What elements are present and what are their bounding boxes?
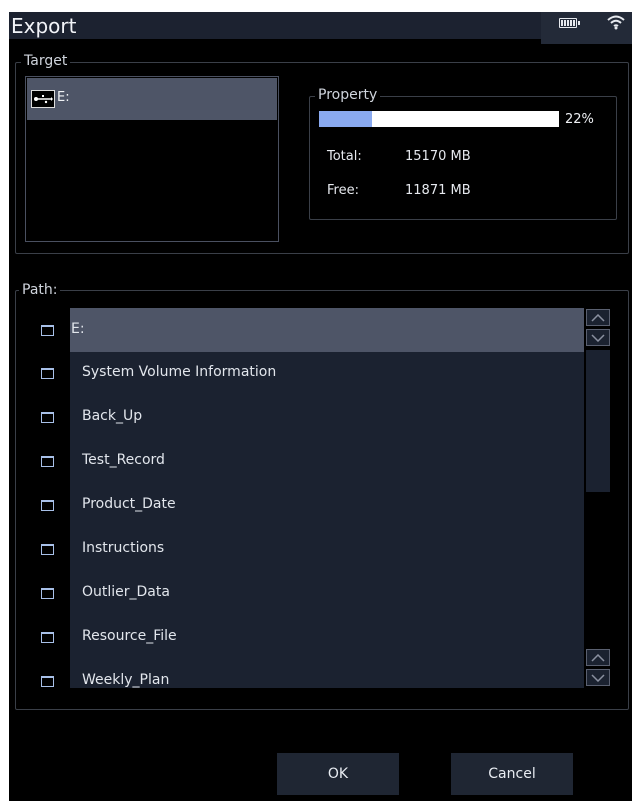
folder-icon <box>41 325 54 336</box>
scroll-page-down-button[interactable] <box>586 669 610 686</box>
folder-row[interactable]: Resource_File <box>82 628 177 644</box>
total-label: Total: <box>327 149 362 164</box>
wifi-icon <box>607 15 625 30</box>
battery-icon <box>559 18 580 28</box>
folder-icon <box>41 500 54 511</box>
folder-row-root[interactable] <box>70 308 584 352</box>
export-dialog: Export Target E: Property 22% Total: 151… <box>9 12 632 801</box>
ok-button[interactable]: OK <box>277 753 399 795</box>
chevron-up-icon <box>591 653 605 662</box>
folder-row[interactable]: Instructions <box>82 540 164 556</box>
folder-icon <box>41 544 54 555</box>
target-legend: Target <box>21 53 71 69</box>
scroll-thumb[interactable] <box>586 350 610 492</box>
target-item-label: E: <box>57 90 70 105</box>
usage-progress-fill <box>319 111 372 127</box>
usage-progress-bar <box>319 111 559 127</box>
property-legend: Property <box>315 87 381 103</box>
chevron-down-icon <box>591 333 605 342</box>
scroll-page-up-button[interactable] <box>586 649 610 666</box>
folder-icon <box>41 412 54 423</box>
scroll-up-button[interactable] <box>586 309 610 326</box>
folder-list-scrollbar[interactable] <box>585 308 611 688</box>
cancel-button[interactable]: Cancel <box>451 753 573 795</box>
free-label: Free: <box>327 183 359 198</box>
status-area <box>541 12 632 44</box>
folder-row[interactable]: Weekly_Plan <box>82 672 169 688</box>
folder-row[interactable]: Test_Record <box>82 452 165 468</box>
folder-root-label[interactable]: E: <box>71 321 85 337</box>
folder-row[interactable]: Product_Date <box>82 496 176 512</box>
dialog-title: Export <box>11 14 77 38</box>
target-item-e[interactable]: E: <box>27 78 277 120</box>
folder-row[interactable]: System Volume Information <box>82 364 276 380</box>
title-bar: Export <box>9 12 632 39</box>
target-list[interactable]: E: <box>25 76 279 242</box>
folder-icon <box>41 632 54 643</box>
usb-drive-icon <box>31 90 55 108</box>
folder-row[interactable]: Back_Up <box>82 408 142 424</box>
total-value: 15170 MB <box>405 149 471 164</box>
usage-percent: 22% <box>565 112 594 127</box>
free-value: 11871 MB <box>405 183 471 198</box>
scroll-down-button[interactable] <box>586 329 610 346</box>
folder-icon <box>41 588 54 599</box>
chevron-down-icon <box>591 673 605 682</box>
folder-icon <box>41 456 54 467</box>
folder-icon <box>41 676 54 687</box>
folder-icon <box>41 368 54 379</box>
chevron-up-icon <box>591 313 605 322</box>
folder-row[interactable]: Outlier_Data <box>82 584 170 600</box>
path-legend: Path: <box>19 282 61 298</box>
